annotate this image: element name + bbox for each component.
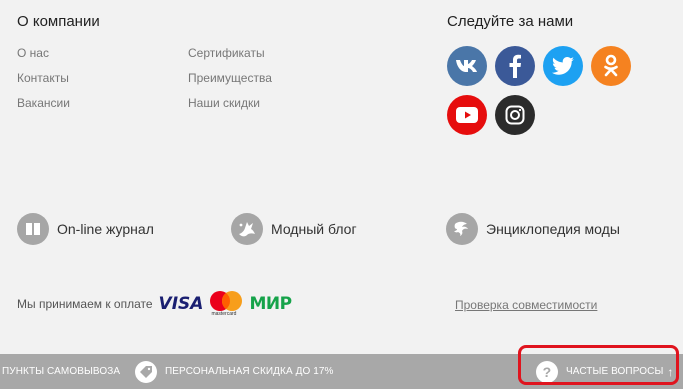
social-section-title: Следуйте за нами	[447, 13, 574, 30]
odnoklassniki-icon	[604, 54, 618, 77]
youtube-button[interactable]	[447, 95, 487, 135]
personal-discount-label: ПЕРСОНАЛЬНАЯ СКИДКА ДО 17%	[165, 366, 334, 377]
twitter-icon	[552, 57, 574, 75]
facebook-icon	[509, 54, 521, 78]
payment-methods: Мы принимаем к оплате VISA mastercard МИ…	[17, 290, 292, 318]
mastercard-wordmark: mastercard	[211, 311, 237, 317]
feature-blog[interactable]: Модный блог	[231, 213, 357, 245]
visa-logo: VISA	[158, 294, 204, 314]
compatibility-link[interactable]: Проверка совместимости	[455, 298, 597, 312]
feature-journal[interactable]: On-line журнал	[17, 213, 154, 245]
link-certificates[interactable]: Сертификаты	[188, 46, 265, 60]
instagram-button[interactable]	[495, 95, 535, 135]
pickup-points-link[interactable]: ПУНКТЫ САМОВЫВОЗА	[2, 354, 120, 389]
pickup-points-label: ПУНКТЫ САМОВЫВОЗА	[2, 366, 121, 377]
feature-journal-label: On-line журнал	[57, 221, 154, 237]
youtube-icon	[456, 107, 478, 123]
mastercard-logo: mastercard	[209, 290, 243, 318]
journal-icon	[17, 213, 49, 245]
company-section-title: О компании	[17, 13, 100, 30]
link-about[interactable]: О нас	[17, 46, 49, 60]
instagram-icon	[505, 105, 525, 125]
link-advantages[interactable]: Преимущества	[188, 71, 272, 85]
personal-discount-link[interactable]: ПЕРСОНАЛЬНАЯ СКИДКА ДО 17%	[135, 354, 334, 389]
feature-encyclopedia-label: Энциклопедия моды	[486, 221, 620, 237]
link-discounts[interactable]: Наши скидки	[188, 96, 260, 110]
twitter-button[interactable]	[543, 46, 583, 86]
link-vacancies[interactable]: Вакансии	[17, 96, 70, 110]
link-contacts[interactable]: Контакты	[17, 71, 69, 85]
feature-encyclopedia[interactable]: Энциклопедия моды	[446, 213, 620, 245]
payment-label: Мы принимаем к оплате	[17, 297, 153, 311]
bird-icon	[231, 213, 263, 245]
vk-button[interactable]	[447, 46, 487, 86]
odnoklassniki-button[interactable]	[591, 46, 631, 86]
tag-icon	[135, 360, 157, 383]
vk-icon	[456, 60, 477, 72]
mir-logo: МИР	[249, 294, 292, 314]
encyclopedia-icon	[446, 213, 478, 245]
feature-blog-label: Модный блог	[271, 221, 357, 237]
faq-highlight-outline	[518, 345, 679, 385]
facebook-button[interactable]	[495, 46, 535, 86]
